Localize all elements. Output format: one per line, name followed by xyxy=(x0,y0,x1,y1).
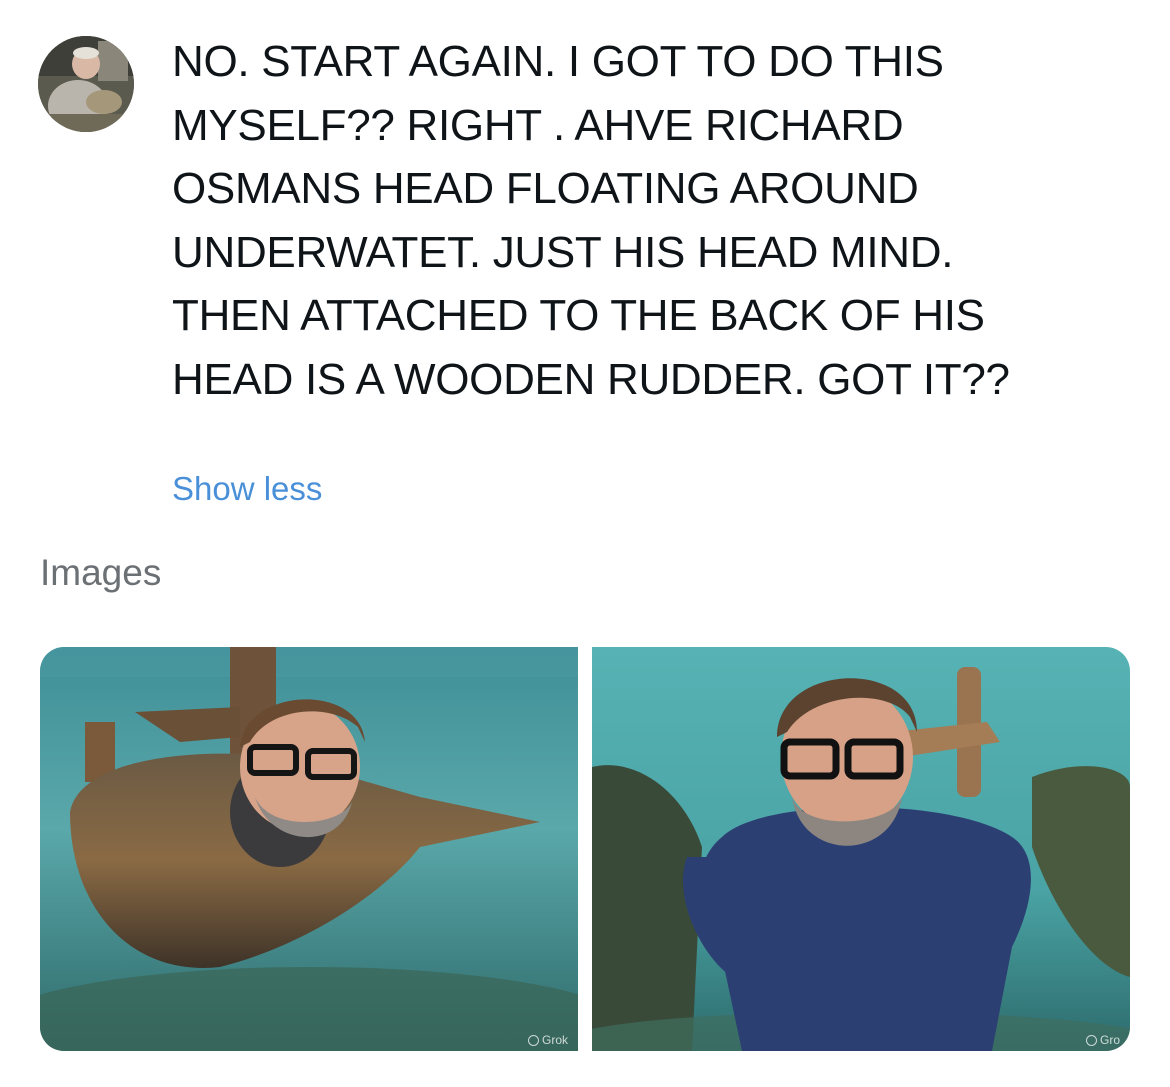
swimming-man-image xyxy=(592,647,1130,1051)
post-text-line: HEAD IS A WOODEN RUDDER. GOT IT?? xyxy=(172,354,1010,404)
post-text: NO. START AGAIN. I GOT TO DO THIS MYSELF… xyxy=(172,30,1132,411)
generated-image-2[interactable]: Gro xyxy=(592,647,1130,1051)
avatar-photo xyxy=(38,36,134,132)
grok-watermark: Gro xyxy=(1085,1033,1120,1047)
post-text-line: NO. START AGAIN. I GOT TO DO THIS xyxy=(172,37,944,86)
generated-image-1[interactable]: Grok xyxy=(40,647,578,1051)
user-avatar[interactable] xyxy=(38,36,134,132)
grok-logo-icon xyxy=(527,1034,539,1046)
post-text-line: THEN ATTACHED TO THE BACK OF HIS xyxy=(172,291,985,340)
post-text-line: OSMANS HEAD FLOATING AROUND xyxy=(172,164,919,213)
image-grid: Grok Gro xyxy=(40,647,1130,1051)
submarine-head-image xyxy=(40,647,578,1051)
watermark-text: Gro xyxy=(1099,1033,1120,1047)
post-text-line: MYSELF?? RIGHT . AHVE RICHARD xyxy=(172,100,904,150)
grok-logo-icon xyxy=(1085,1034,1097,1046)
show-less-link[interactable]: Show less xyxy=(172,470,322,508)
grok-watermark: Grok xyxy=(527,1033,568,1047)
post-text-line: UNDERWATET. JUST HIS HEAD MIND. xyxy=(172,227,954,277)
images-section-title: Images xyxy=(40,552,162,593)
watermark-text: Grok xyxy=(541,1033,568,1047)
